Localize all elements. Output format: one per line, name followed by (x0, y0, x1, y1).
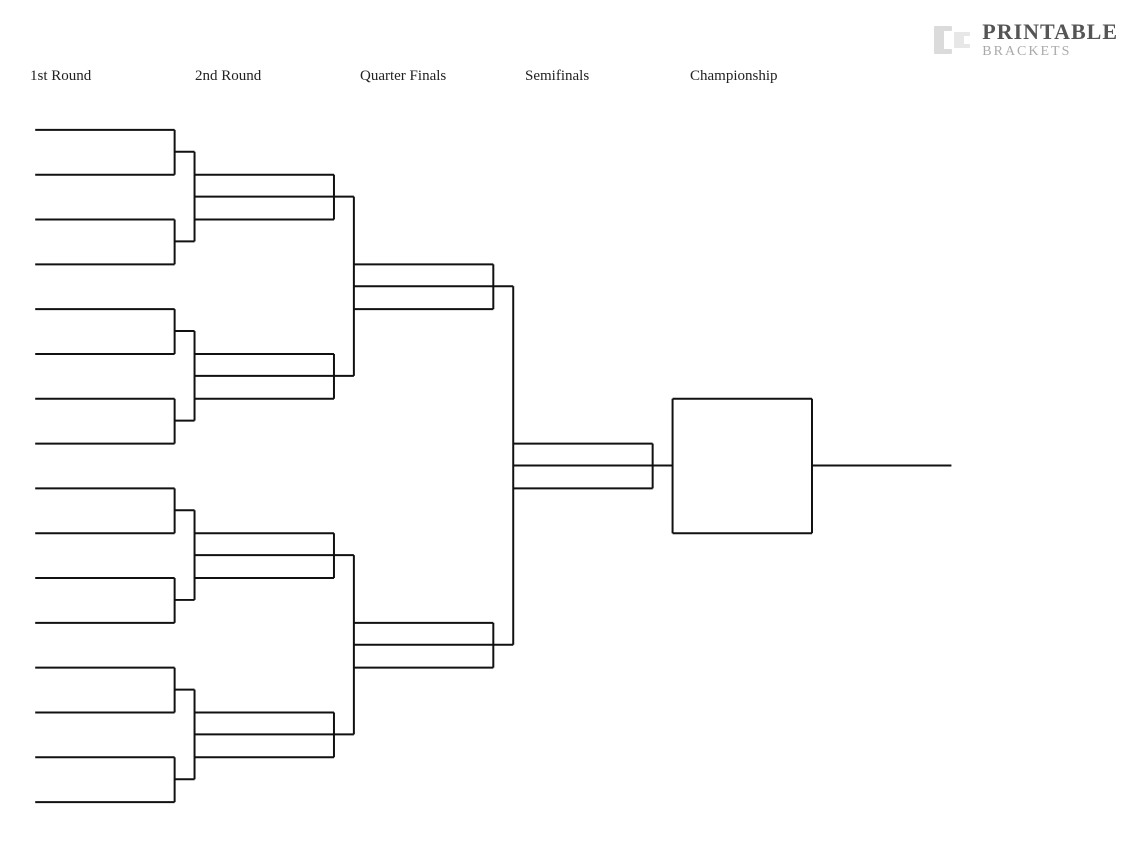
logo-text: PRINTABLE BRACKETS (982, 20, 1118, 60)
label-round1: 1st Round (30, 68, 195, 85)
label-round5: Championship (690, 68, 855, 85)
logo-printable-label: PRINTABLE (982, 20, 1118, 44)
round-labels: 1st Round 2nd Round Quarter Finals Semif… (30, 68, 1106, 85)
logo-icon (930, 18, 974, 62)
bracket-svg (20, 100, 1116, 827)
logo-brackets-label: BRACKETS (982, 44, 1118, 59)
label-round4: Semifinals (525, 68, 690, 85)
label-round3: Quarter Finals (360, 68, 525, 85)
bracket-container (20, 100, 1116, 827)
logo: PRINTABLE BRACKETS (930, 18, 1118, 62)
label-round2: 2nd Round (195, 68, 360, 85)
